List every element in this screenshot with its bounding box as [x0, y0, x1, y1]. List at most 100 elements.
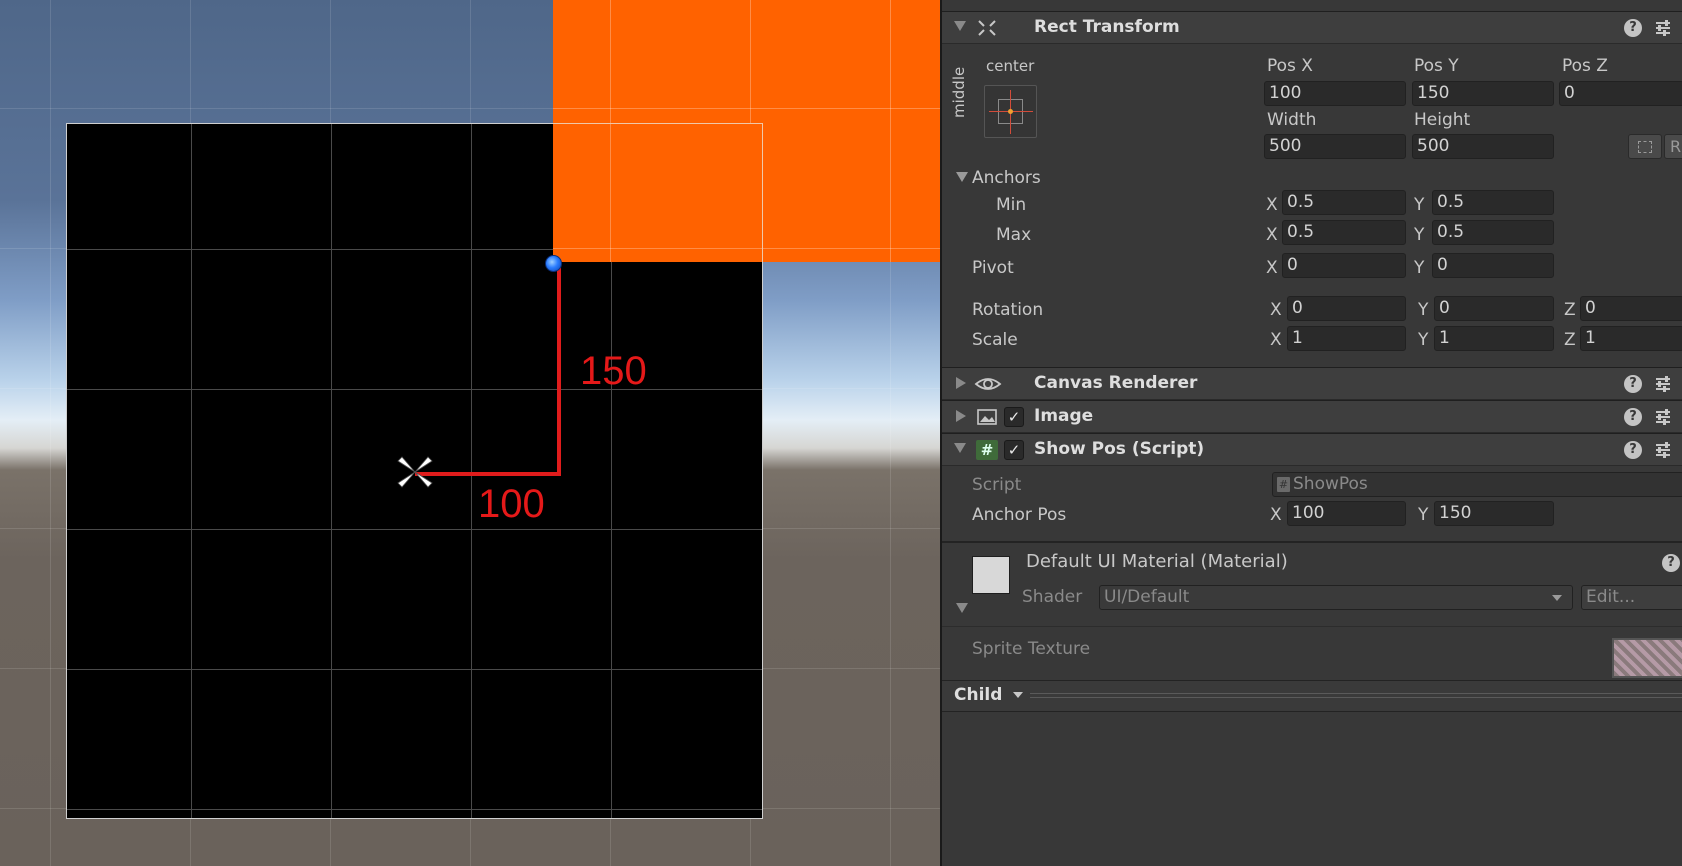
- settings-sliders-icon[interactable]: [1654, 18, 1672, 38]
- raw-edit-button[interactable]: R: [1664, 134, 1682, 159]
- pivot-label: Pivot: [972, 258, 1014, 278]
- rotation-label: Rotation: [972, 300, 1044, 320]
- scene-grid-line: [553, 108, 940, 109]
- axis-x-label: X: [1270, 330, 1282, 350]
- scale-label: Scale: [972, 330, 1018, 350]
- anchor-presets-button[interactable]: [984, 85, 1037, 138]
- child-tab-label: Child: [954, 685, 1003, 705]
- foldout-open-icon[interactable]: [954, 443, 966, 453]
- rect-transform-header[interactable]: Rect Transform ?: [942, 11, 1682, 44]
- anchor-pos-label: Anchor Pos: [972, 505, 1067, 525]
- help-icon[interactable]: ?: [1662, 554, 1680, 572]
- pivot-x-field[interactable]: 0: [1282, 253, 1406, 278]
- script-value: ShowPos: [1293, 474, 1368, 494]
- grid-line: [67, 809, 762, 810]
- measure-label-x: 100: [478, 482, 545, 526]
- anchor-gizmo-icon[interactable]: [396, 455, 434, 489]
- axis-y-label: Y: [1414, 195, 1425, 215]
- rotation-x-field[interactable]: 0: [1287, 296, 1406, 321]
- blueprint-mode-button[interactable]: [1628, 134, 1662, 159]
- show-pos-header[interactable]: # ✓ Show Pos (Script) ?: [942, 433, 1682, 466]
- height-field[interactable]: 500: [1412, 134, 1554, 159]
- help-icon[interactable]: ?: [1624, 375, 1642, 393]
- script-file-icon: #: [1277, 477, 1290, 492]
- anchor-max-x-field[interactable]: 0.5: [1282, 220, 1406, 245]
- scene-grid-line: [50, 0, 51, 866]
- pos-y-label: Pos Y: [1414, 56, 1459, 76]
- width-field[interactable]: 500: [1264, 134, 1406, 159]
- pos-x-label: Pos X: [1267, 56, 1313, 76]
- material-title: Default UI Material (Material): [1026, 551, 1288, 572]
- pos-x-field[interactable]: 100: [1264, 81, 1406, 106]
- anchors-foldout-icon[interactable]: [956, 172, 968, 182]
- anchor-max-y-field[interactable]: 0.5: [1432, 220, 1554, 245]
- material-foldout-icon[interactable]: [956, 603, 968, 613]
- shader-edit-button[interactable]: Edit...: [1581, 585, 1682, 610]
- pivot-y-field[interactable]: 0: [1432, 253, 1554, 278]
- anchor-min-y-field[interactable]: 0.5: [1432, 190, 1554, 215]
- settings-sliders-icon[interactable]: [1654, 440, 1672, 460]
- scale-z-field[interactable]: 1: [1580, 326, 1682, 351]
- anchor-horizontal-label: center: [986, 57, 1035, 75]
- foldout-open-icon[interactable]: [954, 21, 966, 31]
- anchor-pos-y-field[interactable]: 150: [1434, 501, 1554, 526]
- axis-y-label: Y: [1418, 505, 1429, 525]
- grid-line: [67, 669, 762, 670]
- component-title: Image: [1034, 406, 1094, 426]
- pos-z-label: Pos Z: [1562, 56, 1608, 76]
- show-pos-enabled-checkbox[interactable]: ✓: [1004, 440, 1024, 460]
- rect-outline: [553, 123, 763, 262]
- settings-sliders-icon[interactable]: [1654, 374, 1672, 394]
- material-preview: [972, 556, 1010, 594]
- axis-z-label: Z: [1564, 330, 1576, 350]
- sprite-texture-thumbnail[interactable]: [1612, 638, 1682, 678]
- axis-x-label: X: [1266, 195, 1278, 215]
- anchor-pos-x-field[interactable]: 100: [1287, 501, 1406, 526]
- measure-label-y: 150: [580, 349, 647, 393]
- grid-line: [331, 124, 332, 818]
- rotation-y-field[interactable]: 0: [1434, 296, 1554, 321]
- rotation-z-field[interactable]: 0: [1580, 296, 1682, 321]
- pos-y-field[interactable]: 150: [1412, 81, 1554, 106]
- anchor-max-label: Max: [996, 225, 1032, 245]
- component-title: Canvas Renderer: [1034, 373, 1198, 393]
- axis-y-label: Y: [1414, 258, 1425, 278]
- image-enabled-checkbox[interactable]: ✓: [1004, 407, 1024, 427]
- anchor-preset-dot: [1008, 109, 1013, 114]
- scale-x-field[interactable]: 1: [1287, 326, 1406, 351]
- grid-line: [67, 389, 762, 390]
- axis-z-label: Z: [1564, 300, 1576, 320]
- axis-y-label: Y: [1418, 300, 1429, 320]
- drag-separator[interactable]: [1030, 693, 1682, 698]
- inspector-panel: Rect Transform ? center middle Pos X Pos…: [940, 0, 1682, 866]
- settings-sliders-icon[interactable]: [1654, 407, 1672, 427]
- script-field[interactable]: # ShowPos: [1272, 472, 1682, 497]
- scene-view[interactable]: 150 100: [0, 0, 940, 866]
- measure-line-x: [415, 472, 561, 476]
- help-icon[interactable]: ?: [1624, 19, 1642, 37]
- help-icon[interactable]: ?: [1624, 441, 1642, 459]
- image-header[interactable]: ✓ Image ?: [942, 400, 1682, 433]
- script-label: Script: [972, 475, 1022, 495]
- scene-grid-line: [890, 0, 891, 262]
- foldout-closed-icon[interactable]: [956, 410, 966, 422]
- pos-z-field[interactable]: 0: [1559, 81, 1682, 106]
- child-dropdown[interactable]: Child: [948, 685, 1029, 707]
- help-icon[interactable]: ?: [1624, 408, 1642, 426]
- foldout-closed-icon[interactable]: [956, 377, 966, 389]
- measure-line-y: [557, 264, 561, 476]
- anchor-min-x-field[interactable]: 0.5: [1282, 190, 1406, 215]
- axis-x-label: X: [1270, 300, 1282, 320]
- grid-line: [471, 124, 472, 818]
- canvas-renderer-header[interactable]: Canvas Renderer ?: [942, 367, 1682, 400]
- blueprint-icon: [1638, 141, 1652, 153]
- scale-y-field[interactable]: 1: [1434, 326, 1554, 351]
- chevron-down-icon: [1013, 692, 1024, 698]
- anchors-label[interactable]: Anchors: [972, 168, 1041, 188]
- component-title: Show Pos (Script): [1034, 439, 1205, 459]
- chevron-down-icon: [1552, 595, 1562, 601]
- component-title: Rect Transform: [1034, 17, 1180, 37]
- shader-dropdown[interactable]: UI/Default: [1099, 585, 1573, 610]
- pivot-handle-icon[interactable]: [545, 255, 562, 272]
- axis-y-label: Y: [1414, 225, 1425, 245]
